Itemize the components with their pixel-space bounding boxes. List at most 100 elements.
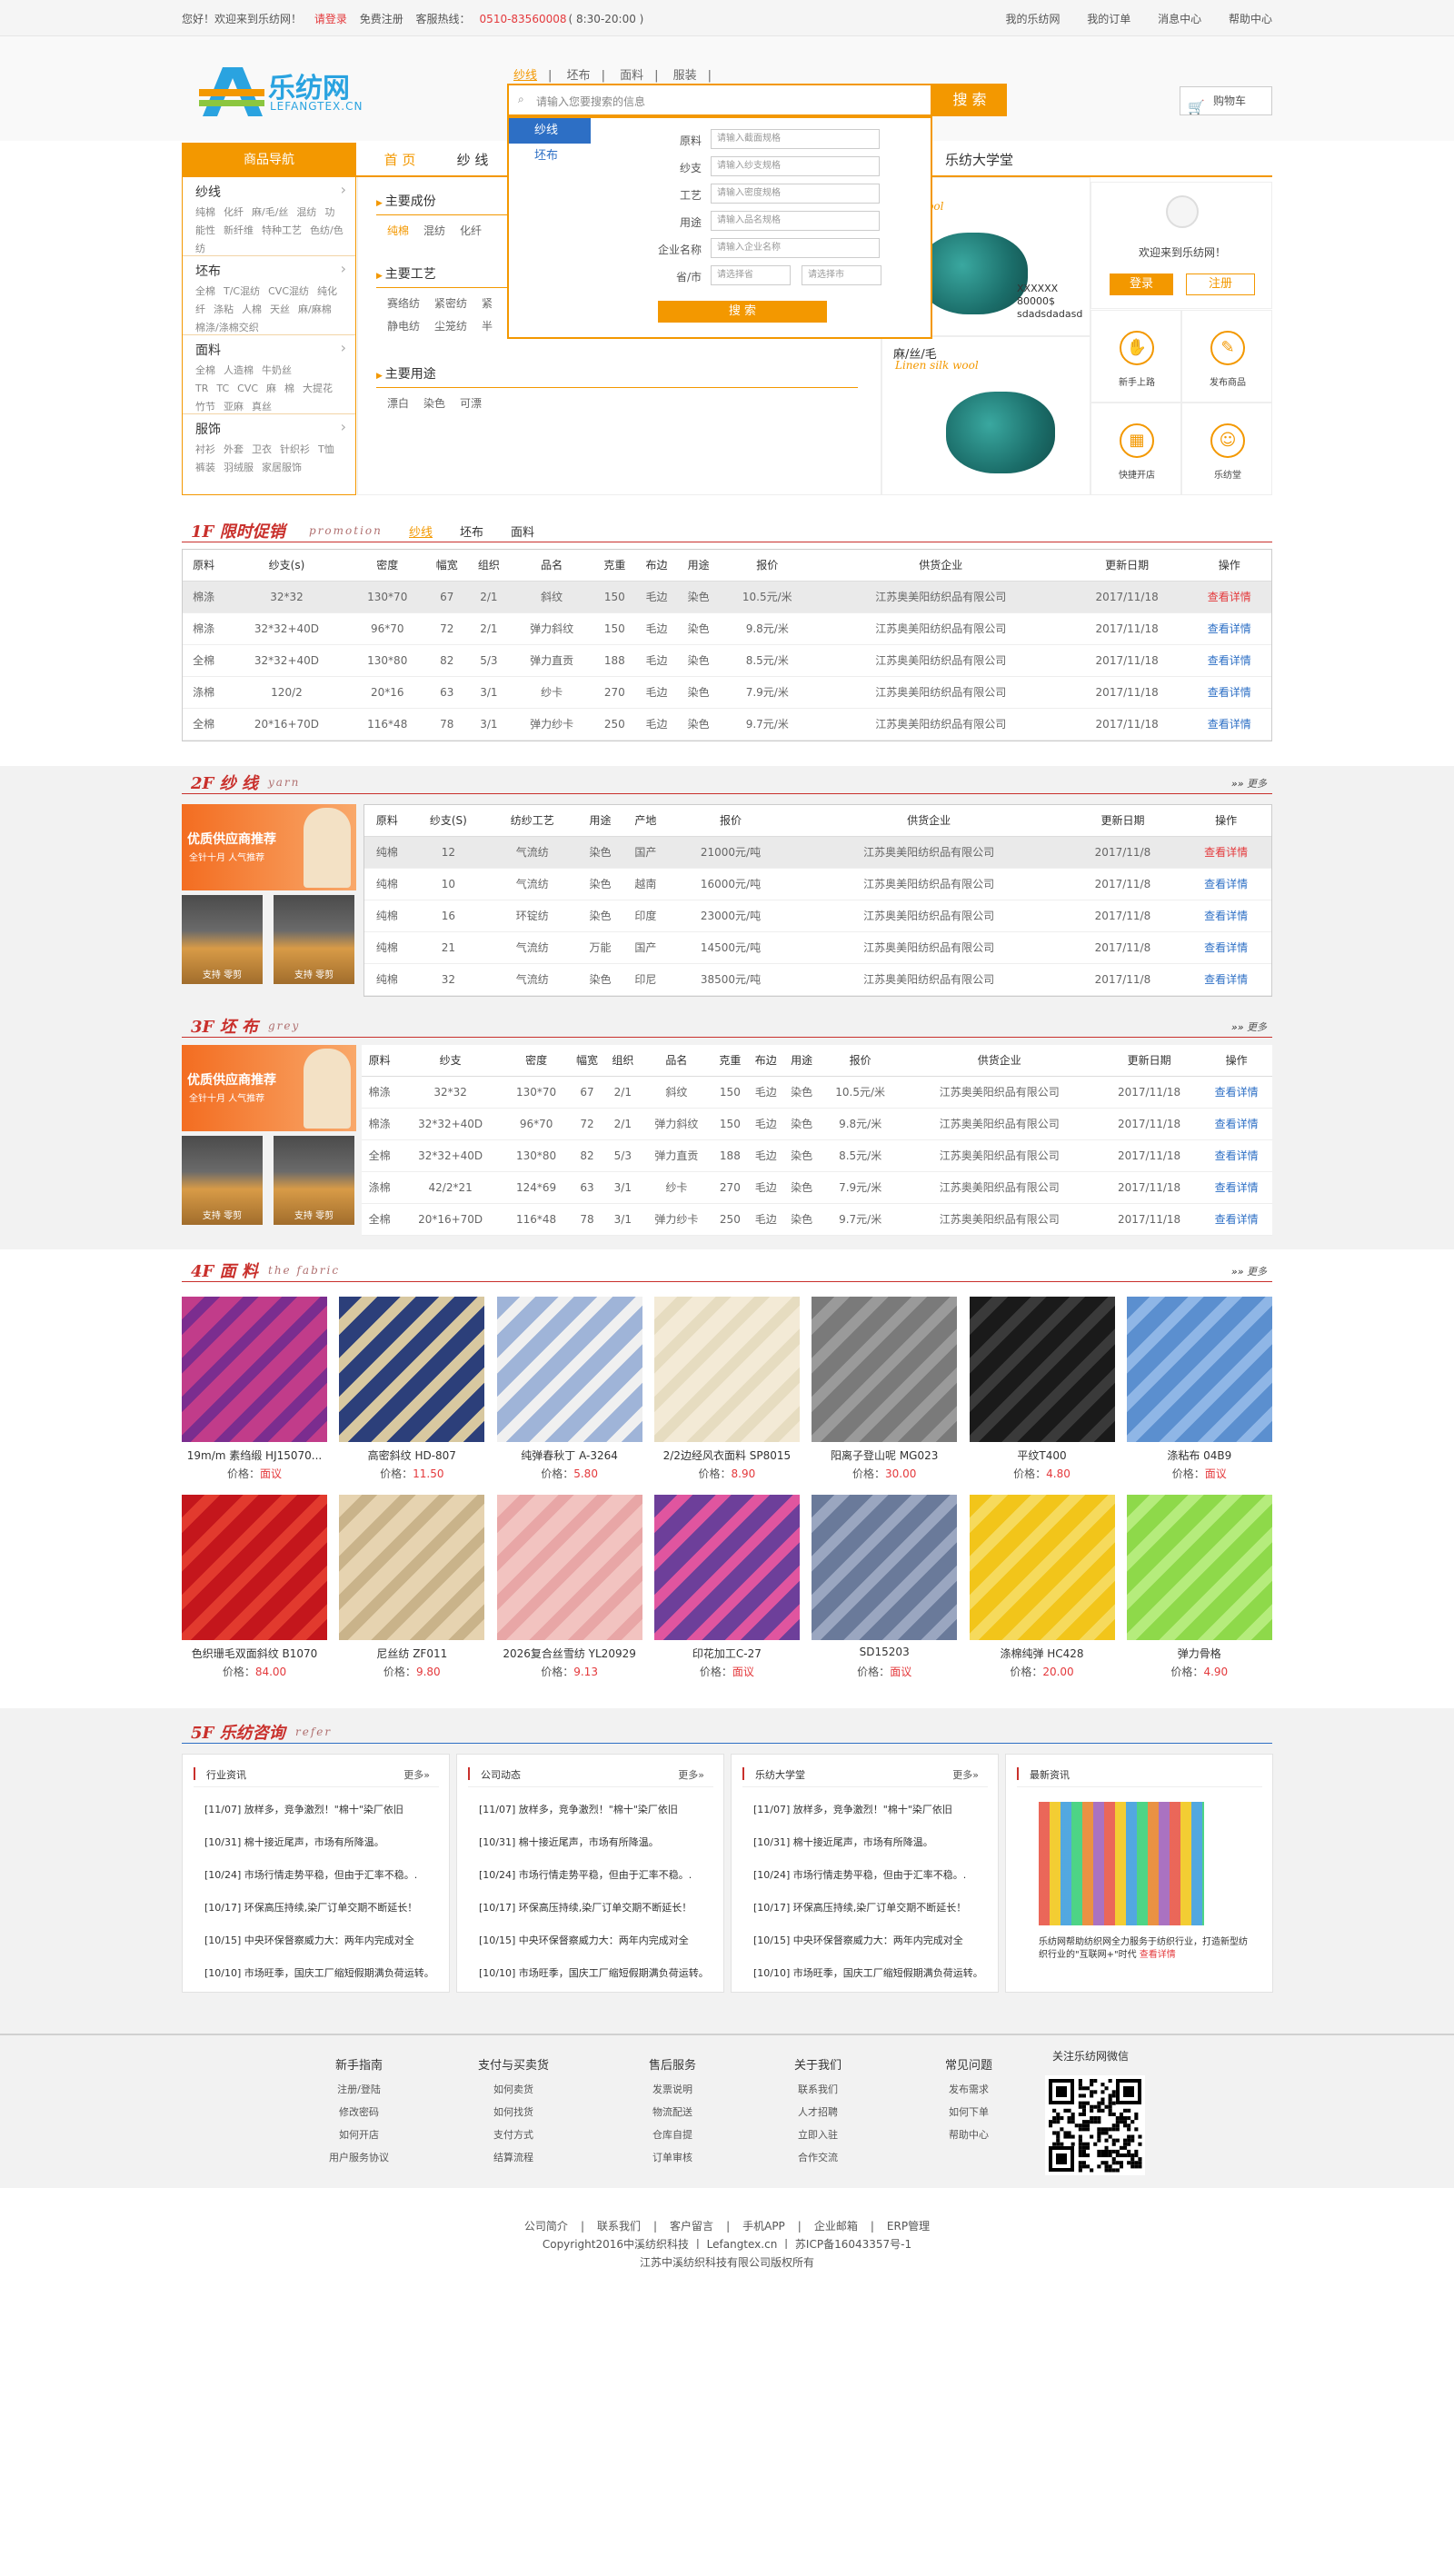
help-center-link[interactable]: 帮助中心 [1229,13,1272,25]
bottom-link[interactable]: 手机APP [742,2220,785,2233]
group-item[interactable]: 赛络纺 [387,297,420,310]
product-image[interactable] [969,1297,1115,1442]
floor1-tab-fabric[interactable]: 面料 [511,526,534,540]
table-row[interactable]: 全棉 20*16+70D 116*48 78 3/1 弹力纱卡 250 毛边 染色 9.7元/米江… [183,708,1271,741]
category-sub[interactable]: 卫衣 [252,443,272,455]
product-card[interactable]: SD15203 价格：面议 [812,1495,958,1684]
footer-link[interactable]: 合作交流 [763,2146,872,2169]
category-sub[interactable]: 针织衫 [280,443,310,455]
table-row[interactable]: 纯棉 16 环锭纺 染色 印度 23000元/吨 江苏奥美阳纺织品有限公司 2017/11/8… [364,900,1271,932]
group-item[interactable]: 静电纺 [387,320,420,333]
category-sub[interactable]: 全棉 [195,285,215,297]
product-card[interactable]: 印花加工C-27 价格：面议 [653,1495,800,1684]
footer-link[interactable]: 支付方式 [459,2123,568,2146]
category-fabric[interactable]: 面料 全棉人造棉牛奶丝 TR TC CVC 麻棉大提花竹节亚麻真丝 [183,335,355,414]
messages-link[interactable]: 消息中心 [1158,13,1201,25]
category-sub[interactable]: 特种工艺 [262,224,302,236]
category-sub[interactable]: 牛奶丝 [262,364,292,376]
product-card[interactable]: 阳离子登山呢 MG023 价格：30.00 [812,1297,958,1486]
floor2-more-link[interactable]: 更多 [1231,776,1267,791]
table-row[interactable]: 棉涤 32*32+40D 96*70 72 2/1 弹力斜纹 150 毛边 染色 9.8元/米 江苏… [183,612,1271,645]
footer-link[interactable]: 如何找货 [459,2101,568,2123]
category-sub[interactable]: 家居服饰 [262,462,302,473]
category-clothing[interactable]: 服饰 衬衫外套卫衣针织衫 T恤裤装羽绒服家居服饰 [183,414,355,493]
search-tab-clothing[interactable]: 服装 [673,69,697,83]
category-sub[interactable]: 大提花 [303,383,333,394]
promo-small-image[interactable]: 支持 零剪 [182,1136,263,1225]
category-yarn[interactable]: 纱线 纯棉化纤麻/毛/丝混纺功能性新纤维特种工艺色纺/色纺 [183,177,355,256]
category-sub[interactable]: 羽绒服 [224,462,254,473]
category-sub[interactable]: 混纺 [296,206,316,218]
floor3-promo[interactable]: 优质供应商推荐 全针十月 人气推荐 支持 零剪 支持 零剪 [182,1045,356,1227]
news-item[interactable]: [10/15] 中央环保督察威力大：两年内完成对全 [479,1933,709,1965]
product-card[interactable]: 2026复合丝雪纺 YL20929 价格：9.13 [496,1495,642,1684]
product-card[interactable]: 涤粘布 04B9 价格：面议 [1126,1297,1272,1486]
table-row[interactable]: 涤棉 42/2*21 124*69 63 3/1 纱卡 270 毛边 染色 7.9元/米 江苏奥美阳… [362,1171,1272,1204]
quick-newbie[interactable]: ✋ 新手上路 [1090,310,1181,403]
product-image[interactable] [182,1297,327,1442]
product-name[interactable]: 尼丝纺 ZF011 [339,1646,484,1661]
category-sub[interactable]: 全棉 [195,364,215,376]
category-sub[interactable]: 竹节 [195,401,215,413]
view-detail-link[interactable]: 查看详情 [1180,900,1271,932]
group-item[interactable]: 紧 [482,297,493,310]
news-item[interactable]: [10/10] 市场旺季，国庆工厂缩短假期满负荷运转。 [753,1965,983,1998]
footer-link[interactable]: 如何开店 [304,2123,413,2146]
login-link[interactable]: 请登录 [314,13,347,25]
user-login-button[interactable]: 登录 [1110,274,1173,295]
floor2-promo[interactable]: 优质供应商推荐 全针十月 人气推荐 支持 零剪 支持 零剪 [182,804,356,986]
news-item[interactable]: [10/17] 环保高压持续,染厂订单交期不断延长！ [204,1900,434,1933]
table-row[interactable]: 涤棉 120/2 20*16 63 3/1 纱卡 270 毛边 染色 7.9元/米 江苏奥美阳纺织品… [183,676,1271,709]
product-card[interactable]: 2/2边经风衣面料 SP8015 价格：8.90 [653,1297,800,1486]
product-name[interactable]: 涤粘布 04B9 [1127,1447,1272,1463]
category-sub[interactable]: 天丝 [270,303,290,315]
product-card[interactable]: 尼丝纺 ZF011 价格：9.80 [339,1495,485,1684]
footer-link[interactable]: 发票说明 [618,2078,727,2101]
product-image[interactable] [1126,1297,1272,1442]
news-item[interactable]: [11/07] 放样多，竞争激烈！"棉十"染厂依旧 [753,1802,983,1835]
search-input[interactable]: ⌕ 请输入您要搜索的信息 [507,84,932,116]
bottom-link[interactable]: 联系我们 [597,2220,641,2233]
footer-link[interactable]: 注册/登陆 [304,2078,413,2101]
news-item[interactable]: [10/10] 市场旺季，国庆工厂缩短假期满负荷运转。 [479,1965,709,1998]
category-sub[interactable]: 棉 [284,383,294,394]
product-image[interactable] [969,1495,1115,1640]
product-image[interactable] [339,1495,485,1640]
category-sub[interactable]: CVC混纺 [268,285,309,297]
province-select[interactable]: 请选择省 [711,265,791,285]
usage-input[interactable]: 请输入品名规格 [711,211,880,231]
nav-university[interactable]: 乐纺大学堂 [945,143,1013,177]
footer-link[interactable]: 联系我们 [763,2078,872,2101]
product-name[interactable]: 高密斜纹 HD-807 [339,1447,484,1463]
category-sub[interactable]: TR [195,383,208,394]
category-title[interactable]: 坯布 [195,260,346,280]
footer-link[interactable]: 立即入驻 [763,2123,872,2146]
view-detail-link[interactable]: 查看详情 [1187,612,1271,645]
table-row[interactable]: 棉涤 32*32 130*70 67 2/1 斜纹 150 毛边 染色 10.5元/米 江苏奥美阳织… [362,1076,1272,1109]
search-tab-grey[interactable]: 坯布 [567,69,591,83]
category-sub[interactable]: 麻/麻棉 [298,303,332,315]
news-item[interactable]: [10/31] 棉十接近尾声，市场有所降温。 [204,1835,434,1867]
footer-link[interactable]: 仓库自提 [618,2123,727,2146]
material-input[interactable]: 请输入截面规格 [711,129,880,149]
product-name[interactable]: 弹力骨格 [1127,1646,1272,1661]
product-image[interactable] [653,1495,800,1640]
register-link[interactable]: 免费注册 [360,13,403,25]
news-more-link[interactable]: 更多» [403,1767,430,1782]
news-item[interactable]: [10/24] 市场行情走势平稳，但由于汇率不稳。. [204,1867,434,1900]
product-card[interactable]: 涤棉纯弹 HC428 价格：20.00 [969,1495,1115,1684]
my-account-link[interactable]: 我的乐纺网 [1005,13,1060,25]
news-item[interactable]: [10/24] 市场行情走势平稳，但由于汇率不稳。. [479,1867,709,1900]
view-detail-link[interactable]: 查看详情 [1200,1139,1272,1172]
dropdown-tab-grey[interactable]: 坯布 [509,144,591,169]
dropdown-search-button[interactable]: 搜 索 [658,301,827,323]
category-sub[interactable]: CVC [237,383,258,394]
news-item[interactable]: [10/24] 市场行情走势平稳，但由于汇率不稳。. [753,1867,983,1900]
promo-banner[interactable]: 优质供应商推荐 全针十月 人气推荐 [182,804,356,890]
category-sub[interactable]: 人造棉 [224,364,254,376]
product-name[interactable]: 印花加工C-27 [654,1646,800,1661]
product-image[interactable] [653,1297,800,1442]
product-card[interactable]: 弹力骨格 价格：4.90 [1126,1495,1272,1684]
news-item[interactable]: [10/15] 中央环保督察威力大：两年内完成对全 [753,1933,983,1965]
category-title[interactable]: 服饰 [195,418,346,438]
